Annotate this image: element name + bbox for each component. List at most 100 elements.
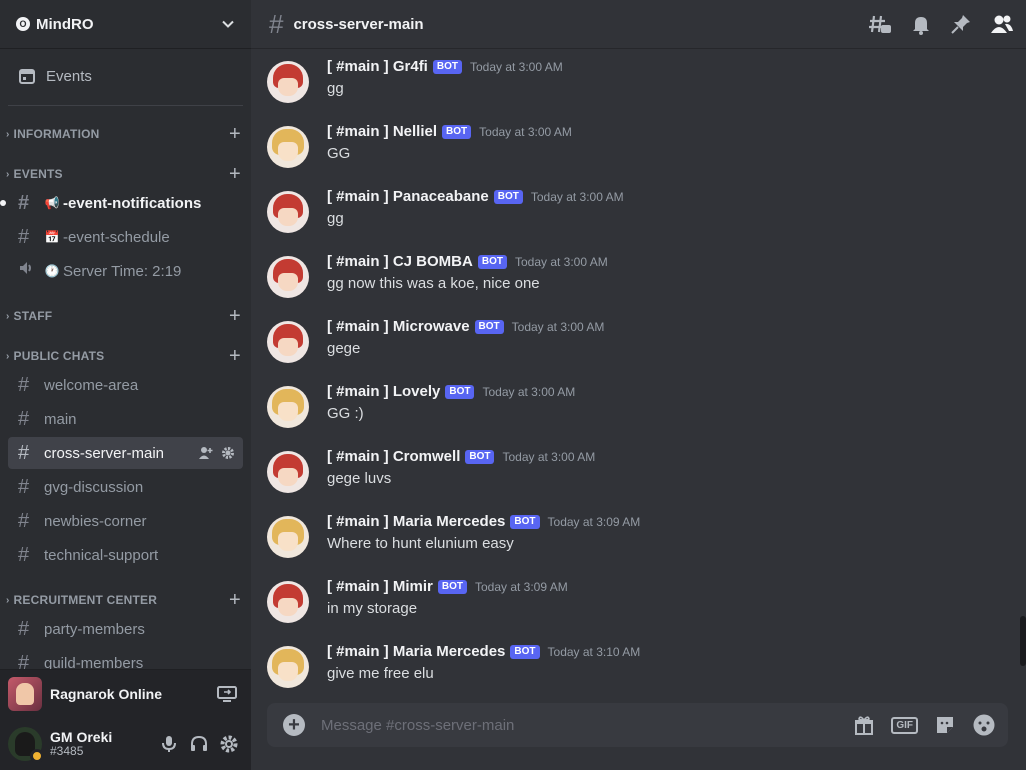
channel-newbies-corner[interactable]: # newbies-corner: [8, 505, 243, 537]
pin-icon[interactable]: [950, 13, 972, 35]
calendar-emoji-icon: 📅: [44, 230, 60, 244]
hash-icon: #: [18, 191, 30, 214]
gear-icon[interactable]: [221, 446, 235, 460]
user-panel: GM Oreki #3485: [0, 717, 251, 770]
hash-icon: #: [18, 407, 30, 430]
message-text: Where to hunt elunium easy: [327, 535, 514, 552]
category-information[interactable]: › INFORMATION +: [0, 123, 251, 146]
category-staff[interactable]: › STAFF +: [0, 305, 251, 328]
message: [ #main ] Panaceabane BOT Today at 3:00 …: [267, 188, 1007, 248]
add-channel-icon[interactable]: +: [219, 589, 251, 612]
message-timestamp: Today at 3:00 AM: [469, 59, 563, 74]
add-channel-icon[interactable]: +: [219, 345, 251, 368]
message-timestamp: Today at 3:09 AM: [474, 579, 568, 594]
avatar[interactable]: [267, 581, 309, 623]
channel-technical-support[interactable]: # technical-support: [8, 539, 243, 571]
message: [ #main ] Maria Mercedes BOT Today at 3:…: [267, 643, 1007, 703]
scrollbar[interactable]: [1020, 616, 1026, 666]
message-author[interactable]: [ #main ] Panaceabane: [327, 188, 489, 205]
channel-label: Server Time: 2:19: [63, 262, 182, 280]
avatar[interactable]: [267, 646, 309, 688]
add-channel-icon[interactable]: +: [219, 305, 251, 328]
category-recruitment-center[interactable]: › RECRUITMENT CENTER +: [0, 589, 251, 612]
gif-button[interactable]: GIF: [891, 716, 918, 734]
message-author[interactable]: [ #main ] Cromwell: [327, 448, 460, 465]
gift-icon[interactable]: [853, 714, 875, 736]
server-header[interactable]: O MindRO: [0, 0, 251, 49]
status-idle-icon: [30, 748, 44, 763]
chevron-right-icon: ›: [6, 310, 10, 322]
bell-icon[interactable]: [910, 13, 932, 35]
message-author[interactable]: [ #main ] Mimir: [327, 578, 433, 595]
bot-badge: BOT: [432, 59, 462, 74]
channel-sidebar: O MindRO Events › INFORMATION + › EVENTS…: [0, 0, 251, 770]
channel-cross-server-main[interactable]: # cross-server-main: [8, 437, 243, 469]
sticker-icon[interactable]: [934, 714, 956, 736]
headphones-icon[interactable]: [189, 734, 209, 754]
settings-gear-icon[interactable]: [219, 734, 239, 754]
channel-label: party-members: [44, 620, 145, 638]
category-public-chats[interactable]: › PUBLIC CHATS +: [0, 345, 251, 368]
message-timestamp: Today at 3:00 AM: [502, 449, 596, 464]
avatar[interactable]: [267, 61, 309, 103]
channel-party-members[interactable]: # party-members: [8, 613, 243, 645]
channel-event-schedule[interactable]: # 📅 -event-schedule: [8, 221, 243, 253]
chevron-down-icon[interactable]: [221, 17, 235, 31]
avatar[interactable]: [267, 191, 309, 233]
message: [ #main ] Cromwell BOT Today at 3:00 AM …: [267, 448, 1007, 508]
add-channel-icon[interactable]: +: [219, 163, 251, 186]
category-events[interactable]: › EVENTS +: [0, 163, 251, 186]
emoji-icon[interactable]: [972, 713, 996, 737]
clock-icon: 🕐: [44, 264, 60, 278]
channel-header: # cross-server-main: [251, 0, 1026, 49]
unread-indicator: [0, 200, 6, 206]
server-logo-icon: O: [16, 17, 30, 31]
avatar[interactable]: [8, 726, 44, 763]
bot-badge: BOT: [445, 384, 475, 399]
channel-main[interactable]: # main: [8, 403, 243, 435]
bot-badge: BOT: [465, 449, 495, 464]
chat-area: # cross-server-main [ #main ] Gr4fi BOT …: [251, 0, 1026, 770]
message-timestamp: Today at 3:00 AM: [530, 189, 624, 204]
message-text: gg now this was a koe, nice one: [327, 275, 540, 292]
voice-locked-icon: [18, 259, 44, 283]
channel-welcome-area[interactable]: # welcome-area: [8, 369, 243, 401]
events-label: Events: [46, 67, 92, 85]
events-link[interactable]: Events: [8, 59, 243, 93]
message: [ #main ] Maria Mercedes BOT Today at 3:…: [267, 513, 1007, 573]
message-author[interactable]: [ #main ] Nelliel: [327, 123, 437, 140]
channel-gvg-discussion[interactable]: # gvg-discussion: [8, 471, 243, 503]
message-author[interactable]: [ #main ] Maria Mercedes: [327, 643, 505, 660]
channel-server-time[interactable]: 🕐 Server Time: 2:19: [8, 255, 243, 287]
channel-event-notifications[interactable]: # 📢 -event-notifications: [0, 187, 243, 219]
screen-share-icon[interactable]: [217, 685, 237, 703]
user-tag: #3485: [50, 743, 84, 758]
channel-label: technical-support: [44, 546, 159, 564]
avatar[interactable]: [267, 516, 309, 558]
avatar[interactable]: [267, 126, 309, 168]
add-channel-icon[interactable]: +: [219, 123, 251, 146]
message-author[interactable]: [ #main ] CJ BOMBA: [327, 253, 473, 270]
megaphone-icon: 📢: [44, 196, 60, 210]
add-attachment-icon[interactable]: +: [283, 714, 305, 736]
server-name[interactable]: MindRO: [36, 16, 221, 33]
message-author[interactable]: [ #main ] Microwave: [327, 318, 470, 335]
microphone-icon[interactable]: [159, 734, 179, 754]
chevron-down-icon: ›: [6, 594, 10, 606]
avatar[interactable]: [267, 386, 309, 428]
message: [ #main ] CJ BOMBA BOT Today at 3:00 AM …: [267, 253, 1007, 313]
avatar[interactable]: [267, 451, 309, 493]
bot-badge: BOT: [477, 254, 507, 269]
message-timestamp: Today at 3:00 AM: [511, 319, 605, 334]
member-list-icon[interactable]: [990, 13, 1014, 35]
message-author[interactable]: [ #main ] Maria Mercedes: [327, 513, 505, 530]
avatar[interactable]: [267, 321, 309, 363]
avatar[interactable]: [267, 256, 309, 298]
bot-badge: BOT: [442, 124, 472, 139]
message-input[interactable]: [321, 716, 854, 734]
message-author[interactable]: [ #main ] Lovely: [327, 383, 440, 400]
threads-icon[interactable]: [868, 13, 892, 35]
invite-user-icon[interactable]: [199, 446, 213, 460]
message-author[interactable]: [ #main ] Gr4fi: [327, 58, 428, 75]
hash-icon: #: [18, 617, 30, 640]
